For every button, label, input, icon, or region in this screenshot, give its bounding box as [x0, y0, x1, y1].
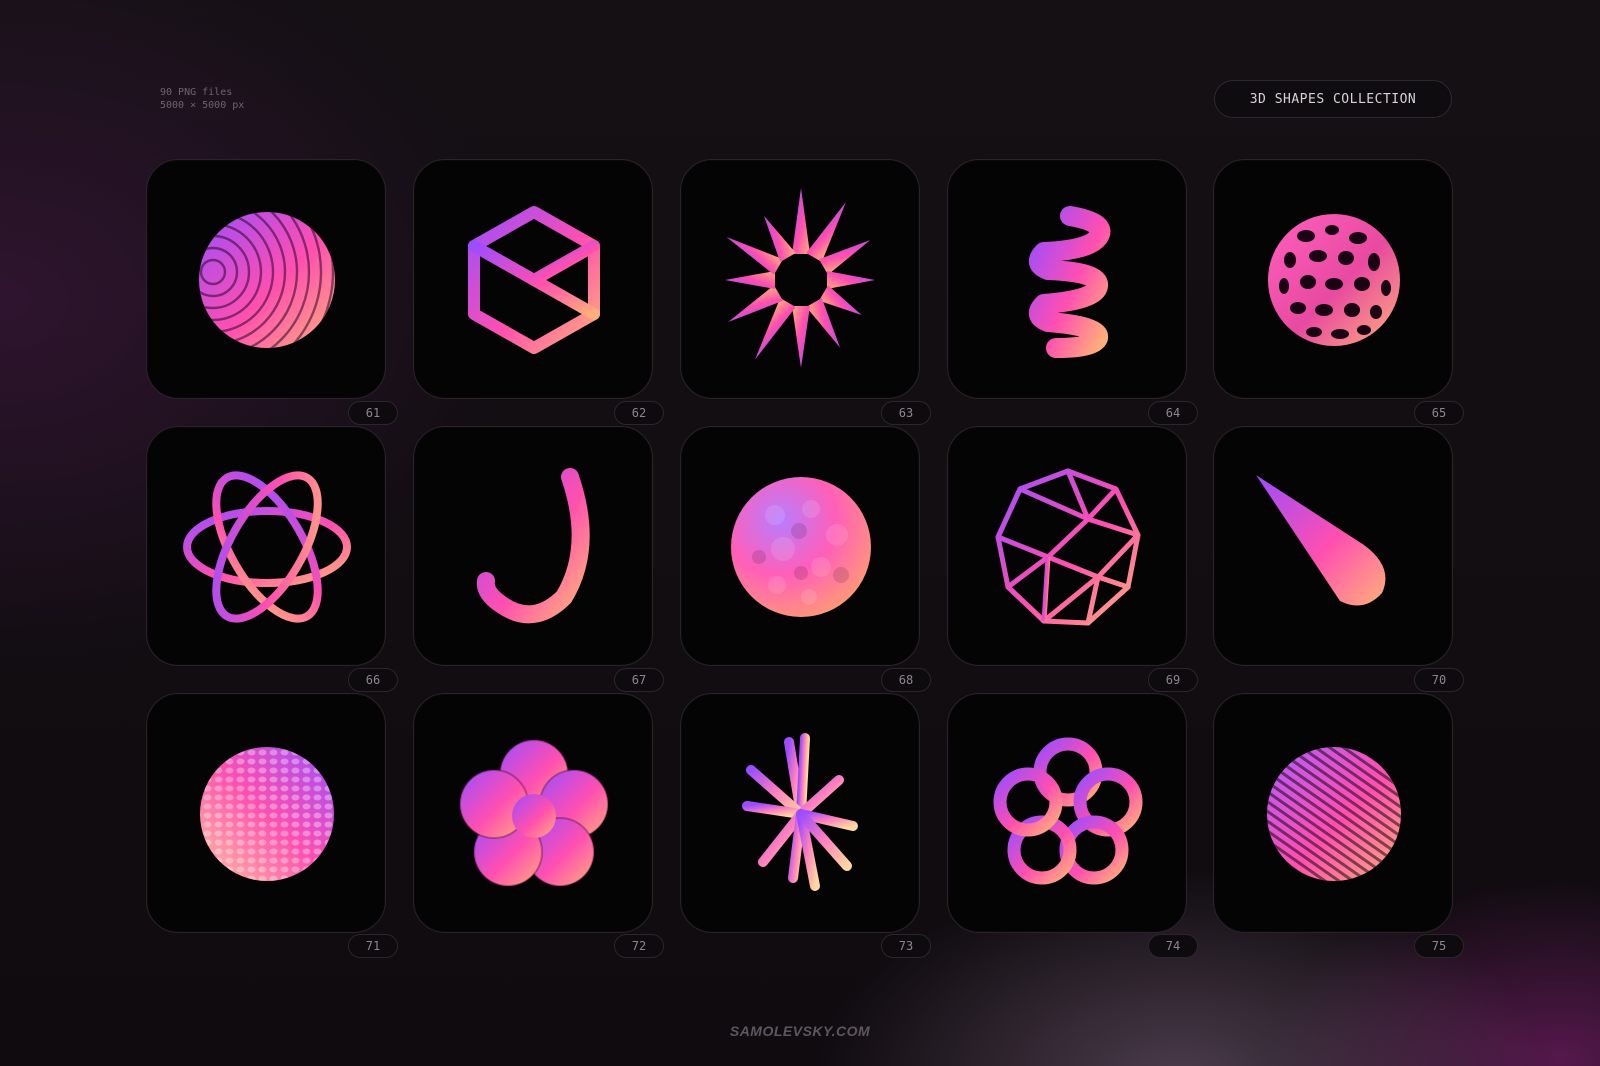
twisted-flower-icon: [459, 739, 609, 887]
shape-tile: [146, 693, 386, 933]
item-number-badge: 73: [881, 934, 931, 958]
item-number-badge: 64: [1148, 401, 1198, 425]
shape-tile: [413, 693, 653, 933]
wireframe-cube-icon: [468, 206, 600, 354]
shape-tile: [413, 159, 653, 399]
website-credit: SAMOLEVSKY.COM: [729, 1023, 871, 1039]
item-number-badge: 69: [1148, 668, 1198, 692]
shape-tile: [680, 693, 920, 933]
item-number-badge: 66: [348, 668, 398, 692]
lattice-sphere-icon: [1267, 747, 1401, 881]
shape-tile: [146, 426, 386, 666]
item-number-badge: 74: [1148, 934, 1198, 958]
item-number-badge: 63: [881, 401, 931, 425]
item-number-badge: 68: [881, 668, 931, 692]
item-number-badge: 62: [614, 401, 664, 425]
shape-tile: [947, 426, 1187, 666]
geodesic-wireframe-icon: [995, 468, 1141, 626]
coil-spring-icon: [1028, 206, 1111, 358]
pebbled-sphere-icon: [200, 747, 334, 881]
shape-tile: [680, 426, 920, 666]
shape-tile: [680, 159, 920, 399]
item-number-badge: 67: [614, 668, 664, 692]
ribbed-sphere-icon: [199, 212, 335, 348]
j-hook-tube-icon: [476, 468, 590, 624]
shape-tile: [1213, 693, 1453, 933]
asterisk-rods-icon: [742, 733, 858, 891]
shape-tile: [146, 159, 386, 399]
item-number-badge: 72: [614, 934, 664, 958]
shape-tile: [1213, 426, 1453, 666]
collection-badge: 3D SHAPES COLLECTION: [1214, 80, 1452, 118]
shape-tile: [947, 159, 1187, 399]
item-number-badge: 71: [348, 934, 398, 958]
shape-tile: [413, 426, 653, 666]
file-size-text: 5000 × 5000 px: [160, 100, 245, 111]
atom-orbits-icon: [183, 471, 351, 623]
shape-tile: [1213, 159, 1453, 399]
item-number-badge: 75: [1414, 934, 1464, 958]
bumpy-blob-icon: [731, 477, 871, 617]
item-number-badge: 61: [348, 401, 398, 425]
item-number-badge: 65: [1414, 401, 1464, 425]
item-number-badge: 70: [1414, 668, 1464, 692]
file-count-text: 90 PNG files: [160, 87, 233, 98]
voronoi-sphere-icon: [1268, 214, 1400, 346]
shape-tile: [947, 693, 1187, 933]
pentagon-knot-icon: [993, 737, 1143, 885]
spiky-starburst-icon: [725, 188, 875, 368]
cone-drop-icon: [1256, 475, 1386, 606]
file-info: 90 PNG files 5000 × 5000 px: [160, 86, 244, 112]
